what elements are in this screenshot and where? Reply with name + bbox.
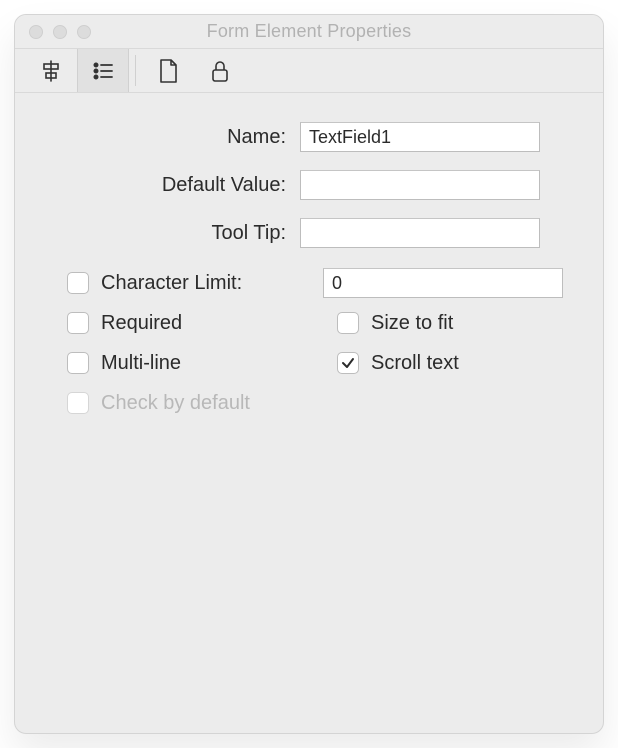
toolbar-tab-properties[interactable] bbox=[77, 49, 129, 92]
scroll-text-checkbox[interactable] bbox=[337, 352, 359, 374]
panel-body: Name: Default Value: Tool Tip: bbox=[15, 93, 603, 733]
toolbar-tab-page[interactable] bbox=[142, 49, 194, 92]
tooltip-label: Tool Tip: bbox=[45, 222, 300, 245]
zoom-window-button[interactable] bbox=[77, 25, 91, 39]
page-icon bbox=[157, 58, 179, 84]
close-window-button[interactable] bbox=[29, 25, 43, 39]
default-value-label: Default Value: bbox=[45, 174, 300, 197]
minimize-window-button[interactable] bbox=[53, 25, 67, 39]
toolbar bbox=[15, 49, 603, 93]
char-limit-label: Character Limit: bbox=[101, 272, 242, 295]
traffic-lights bbox=[29, 25, 91, 39]
check-by-default-checkbox bbox=[67, 392, 89, 414]
size-to-fit-checkbox[interactable] bbox=[337, 312, 359, 334]
name-label: Name: bbox=[45, 126, 300, 149]
size-to-fit-label: Size to fit bbox=[371, 312, 453, 335]
name-input[interactable] bbox=[300, 122, 540, 152]
tooltip-input[interactable] bbox=[300, 218, 540, 248]
required-checkbox[interactable] bbox=[67, 312, 89, 334]
toolbar-divider bbox=[135, 55, 136, 86]
toolbar-tab-alignment[interactable] bbox=[25, 49, 77, 92]
char-limit-input[interactable] bbox=[323, 268, 563, 298]
multiline-checkbox[interactable] bbox=[67, 352, 89, 374]
scroll-text-label: Scroll text bbox=[371, 352, 459, 375]
window-title: Form Element Properties bbox=[207, 21, 412, 42]
window: Form Element Properties bbox=[14, 14, 604, 734]
check-by-default-label: Check by default bbox=[101, 392, 250, 415]
properties-list-icon bbox=[91, 59, 115, 83]
required-label: Required bbox=[101, 312, 182, 335]
titlebar: Form Element Properties bbox=[15, 15, 603, 49]
alignment-icon bbox=[39, 59, 63, 83]
default-value-input[interactable] bbox=[300, 170, 540, 200]
multiline-label: Multi-line bbox=[101, 352, 181, 375]
lock-icon bbox=[209, 59, 231, 83]
char-limit-checkbox[interactable] bbox=[67, 272, 89, 294]
toolbar-tab-lock[interactable] bbox=[194, 49, 246, 92]
